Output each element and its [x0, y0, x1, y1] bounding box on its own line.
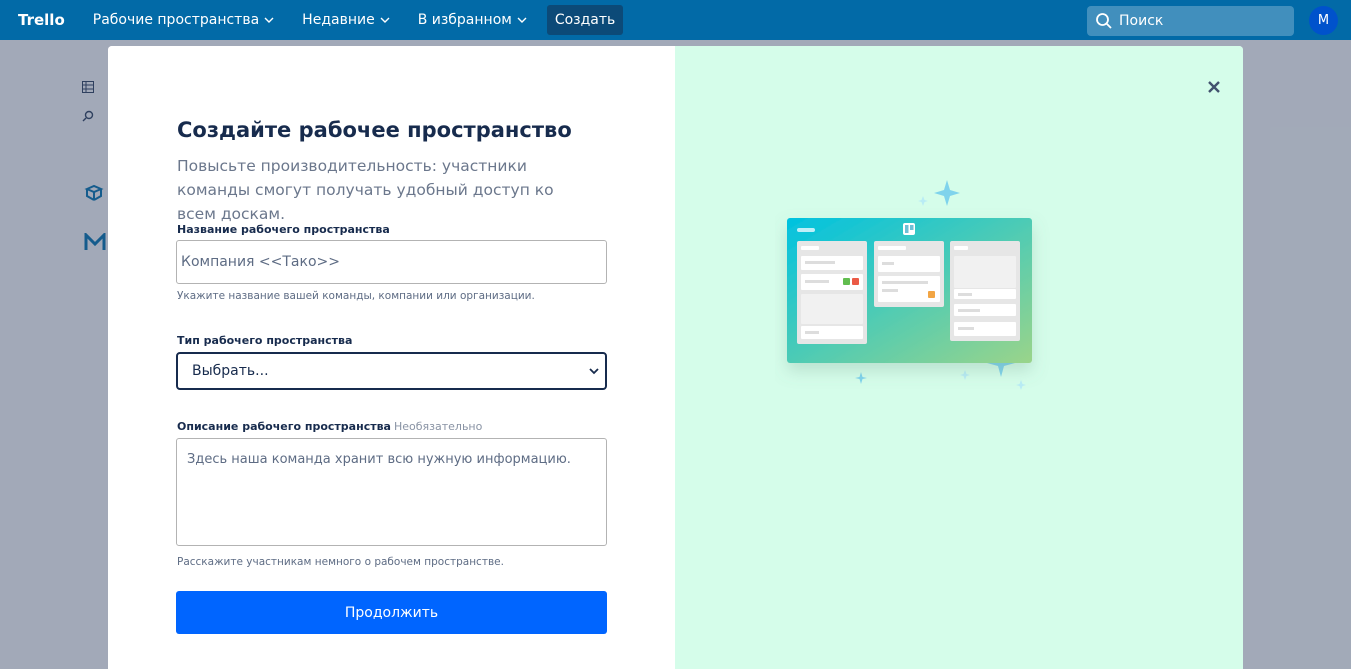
top-nav-bar: Trello Рабочие пространства Недавние В и…	[0, 0, 1351, 40]
chevron-down-icon	[264, 17, 274, 23]
avatar[interactable]: M	[1309, 6, 1338, 35]
workspace-name-label: Название рабочего пространства	[177, 223, 390, 236]
create-workspace-modal: Создайте рабочее пространство Повысьте п…	[108, 46, 1243, 669]
nav-starred-label: В избранном	[417, 12, 512, 28]
workspace-type-label: Тип рабочего пространства	[177, 334, 353, 347]
trello-logo[interactable]: Trello	[18, 11, 65, 29]
modal-subtitle: Повысьте производительность: участники к…	[177, 157, 554, 223]
modal-title: Создайте рабочее пространство	[177, 118, 572, 142]
workspace-name-help: Укажите название вашей команды, компании…	[177, 290, 535, 302]
workspace-type-select[interactable]: Выбрать...	[176, 352, 607, 390]
nav-workspaces-label: Рабочие пространства	[92, 12, 260, 28]
search-icon	[1096, 13, 1112, 29]
workspace-type-value: Выбрать...	[192, 363, 269, 379]
chevron-down-icon	[517, 17, 527, 23]
search-placeholder: Поиск	[1119, 13, 1164, 29]
workspace-description-help: Расскажите участникам немного о рабочем …	[177, 556, 504, 568]
create-button[interactable]: Создать	[546, 5, 624, 35]
modal-illustration-panel	[675, 46, 1243, 669]
workspace-description-label: Описание рабочего пространства Необязател…	[177, 420, 482, 433]
nav-recent-menu[interactable]: Недавние	[294, 5, 398, 35]
workspace-name-value: Компания <<Тако>>	[181, 254, 340, 270]
search-input[interactable]: Поиск	[1087, 6, 1294, 36]
nav-recent-label: Недавние	[302, 12, 375, 28]
nav-starred-menu[interactable]: В избранном	[410, 5, 535, 35]
modal-form-panel: Создайте рабочее пространство Повысьте п…	[108, 46, 675, 669]
continue-button[interactable]: Продолжить	[176, 591, 607, 634]
optional-tag: Необязательно	[393, 420, 483, 433]
workspace-description-placeholder: Здесь наша команда хранит всю нужную инф…	[187, 452, 571, 467]
close-icon[interactable]	[1203, 76, 1225, 98]
workspace-description-field[interactable]: Здесь наша команда хранит всю нужную инф…	[176, 438, 607, 546]
chevron-down-icon	[380, 17, 390, 23]
nav-workspaces-menu[interactable]: Рабочие пространства	[85, 5, 282, 35]
chevron-down-icon	[589, 368, 599, 375]
workspace-description-label-text: Описание рабочего пространства	[177, 420, 391, 433]
workspace-name-field[interactable]: Компания <<Тако>>	[176, 240, 607, 284]
board-illustration	[787, 180, 1032, 390]
